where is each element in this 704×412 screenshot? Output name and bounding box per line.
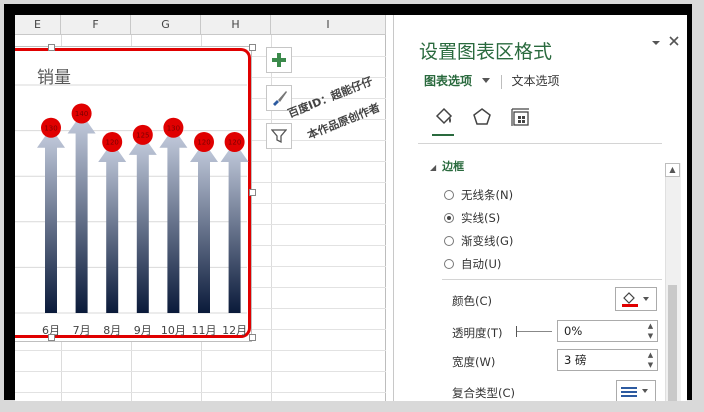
width-input[interactable]: 3 磅 ▲ ▼: [557, 349, 658, 371]
chart-x-tick-label: 12月: [222, 324, 247, 337]
scroll-thumb[interactable]: [668, 285, 677, 401]
resize-handle[interactable]: [249, 189, 256, 196]
chart-x-tick-label: 11月: [192, 324, 217, 337]
scroll-up-button[interactable]: ▲: [665, 163, 680, 177]
chart-x-tick-label: 9月: [134, 324, 152, 337]
chart-bar[interactable]: [159, 127, 188, 313]
chart-data-label: 130: [167, 124, 180, 132]
paint-bucket-icon: [622, 292, 649, 307]
grid-line: [15, 371, 386, 372]
radio-gradient-line[interactable]: 渐变线(G): [444, 233, 513, 249]
resize-handle[interactable]: [249, 334, 256, 341]
grid-line: [15, 350, 386, 351]
tab-divider: [500, 74, 502, 89]
radio-label: 无线条(N): [461, 188, 514, 202]
chart-x-tick-label: 8月: [103, 324, 121, 337]
column-header-label: I: [326, 18, 330, 31]
spin-arrows[interactable]: ▲ ▼: [644, 321, 657, 341]
grid-line: [385, 35, 386, 401]
resize-handle[interactable]: [48, 334, 55, 341]
chart-elements-button[interactable]: [266, 47, 292, 73]
chart-data-label: 120: [228, 139, 241, 147]
tab-chart-options[interactable]: 图表选项: [424, 74, 472, 88]
column-header-i[interactable]: I: [271, 15, 386, 35]
chart-data-label: 125: [136, 131, 149, 139]
funnel-icon: [271, 129, 287, 144]
compound-type-label: 复合类型(C): [452, 386, 516, 400]
chart-bar[interactable]: [98, 142, 127, 313]
effects-pentagon-icon[interactable]: [468, 103, 496, 131]
compound-type-dropdown[interactable]: [616, 380, 656, 401]
screen: E F G H I 销量 130 6月 140 7月 120 8月 125 9月…: [15, 15, 687, 401]
panel-tabs: 图表选项 文本选项: [424, 72, 560, 89]
chart-data-label: 120: [197, 139, 210, 147]
chart-data-label: 120: [106, 139, 119, 147]
tab-text-options[interactable]: 文本选项: [512, 74, 560, 88]
spreadsheet-area[interactable]: E F G H I 销量 130 6月 140 7月 120 8月 125 9月…: [15, 15, 386, 401]
color-label: 颜色(C): [452, 294, 493, 308]
width-value: 3 磅: [564, 353, 587, 367]
fill-line-icon[interactable]: [430, 103, 458, 131]
chart-data-label: 140: [75, 110, 88, 118]
transparency-label: 透明度(T): [452, 326, 503, 340]
chart-bar[interactable]: [190, 142, 218, 313]
plus-icon: [272, 53, 286, 67]
radio-solid-line[interactable]: 实线(S): [444, 210, 500, 226]
radio-label: 渐变线(G): [461, 234, 514, 248]
radio-label: 实线(S): [461, 211, 501, 225]
selected-icon-indicator: [432, 134, 454, 136]
radio-automatic[interactable]: 自动(U): [444, 256, 501, 272]
spin-arrows[interactable]: ▲ ▼: [644, 350, 657, 370]
chart-bar[interactable]: [37, 127, 65, 313]
collapse-triangle-icon: ◢: [430, 163, 437, 172]
radio-circle-icon: [444, 213, 454, 223]
grid-line: [15, 392, 386, 393]
section-title: 边框: [442, 160, 465, 173]
format-chart-area-panel: 设置图表区格式 图表选项 文本选项 ▲ ◢ 边框 无线条(N) 实线(S) 渐变…: [393, 15, 687, 401]
radio-circle-icon: [444, 190, 454, 200]
radio-circle-icon: [444, 236, 454, 246]
chevron-down-icon[interactable]: [481, 77, 491, 85]
chart-plot[interactable]: 1306月1407月1208月1259月13010月12011月12012月: [15, 15, 251, 340]
transparency-input[interactable]: 0% ▲ ▼: [557, 320, 658, 342]
transparency-value: 0%: [564, 324, 583, 338]
panel-divider: [418, 143, 662, 144]
size-properties-icon[interactable]: [506, 103, 534, 131]
width-label: 宽度(W): [452, 355, 496, 369]
panel-close-button[interactable]: [668, 35, 680, 51]
chart-bar[interactable]: [220, 142, 249, 313]
chart-x-tick-label: 7月: [73, 324, 91, 337]
chart-bar[interactable]: [67, 113, 96, 314]
chart-filters-button[interactable]: [266, 123, 292, 149]
radio-no-line[interactable]: 无线条(N): [444, 187, 513, 203]
panel-title: 设置图表区格式: [419, 41, 553, 63]
panel-options-button[interactable]: [651, 37, 661, 52]
chart-data-label: 130: [44, 124, 57, 132]
transparency-slider[interactable]: [516, 326, 552, 337]
options-divider: [442, 279, 662, 280]
brush-icon: [273, 91, 287, 106]
border-section-header[interactable]: ◢ 边框: [430, 158, 464, 174]
color-picker-button[interactable]: [615, 287, 657, 311]
screenshot-frame: E F G H I 销量 130 6月 140 7月 120 8月 125 9月…: [4, 4, 692, 401]
line-style-icon: [621, 387, 648, 397]
radio-label: 自动(U): [461, 257, 502, 271]
chart-bar[interactable]: [128, 134, 157, 313]
close-icon: [669, 36, 679, 46]
chevron-down-icon: [652, 41, 660, 45]
resize-handle[interactable]: [249, 44, 256, 51]
chart-x-tick-label: 10月: [161, 324, 186, 337]
resize-handle[interactable]: [48, 44, 55, 51]
radio-circle-icon: [444, 259, 454, 269]
